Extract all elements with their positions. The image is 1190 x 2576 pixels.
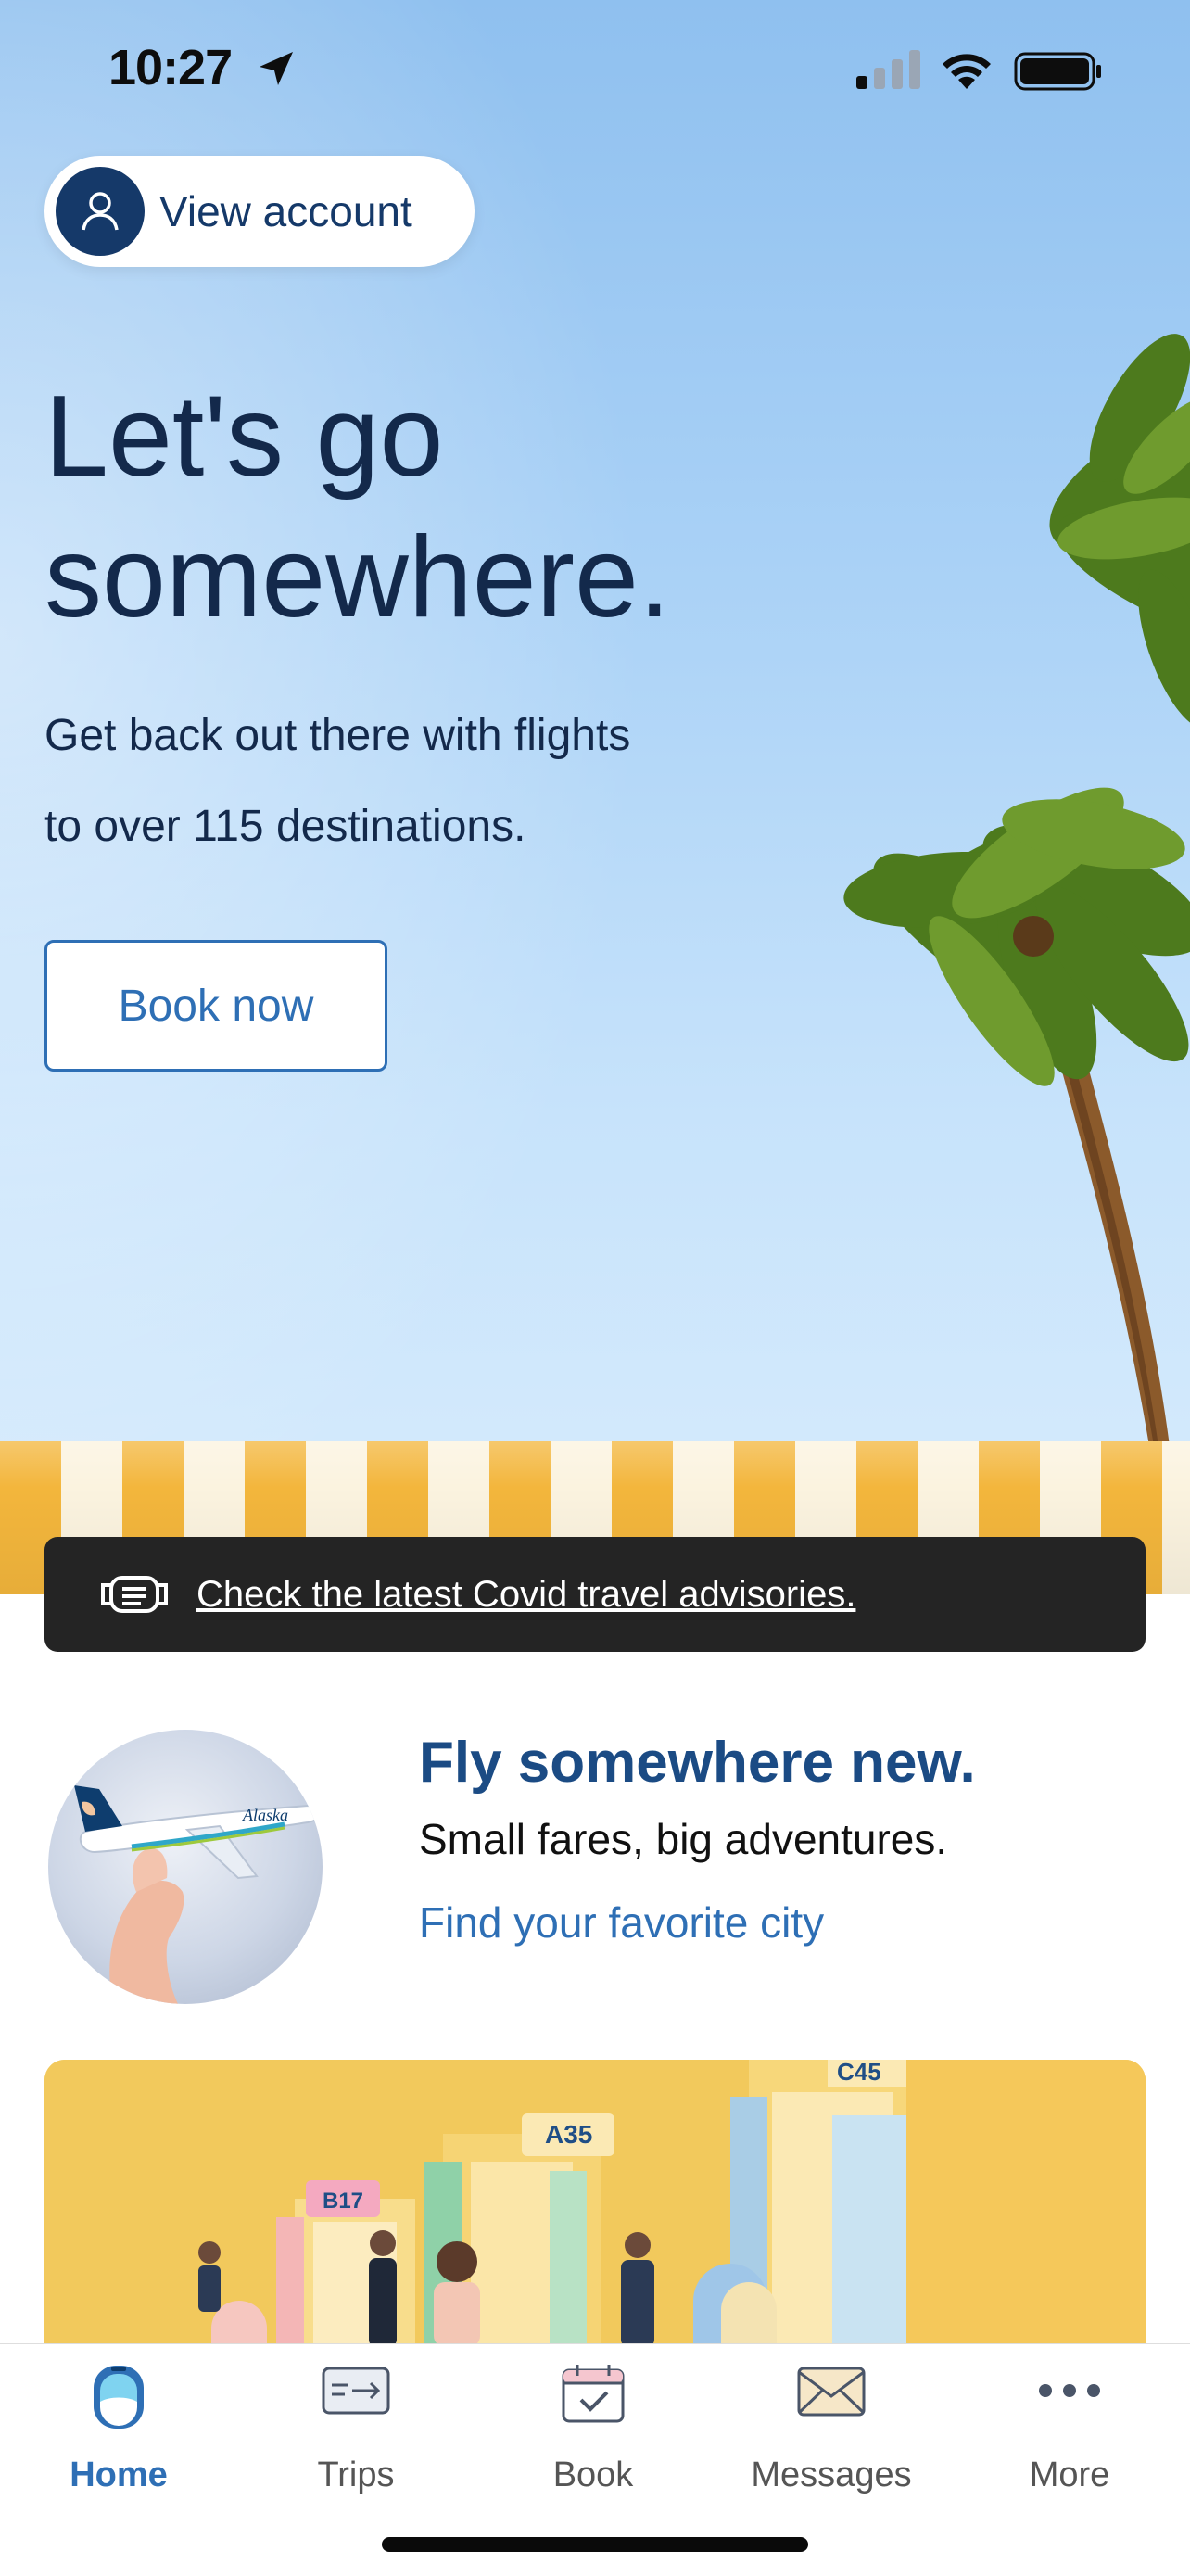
headline-line-2: somewhere. bbox=[44, 514, 671, 641]
airplane-livery-text: Alaska bbox=[242, 1806, 288, 1824]
find-city-link[interactable]: Find your favorite city bbox=[419, 1897, 824, 1948]
home-window-icon bbox=[94, 2366, 144, 2429]
tab-trips-label: Trips bbox=[317, 2455, 395, 2494]
gate-sign-a35: A35 bbox=[545, 2120, 592, 2149]
tab-messages[interactable]: Messages bbox=[739, 2344, 924, 2520]
home-indicator bbox=[382, 2537, 808, 2552]
airport-gates-banner[interactable]: C45 A35 B17 bbox=[44, 2060, 1146, 2347]
covid-advisory-banner[interactable]: Check the latest Covid travel advisories… bbox=[44, 1537, 1146, 1652]
more-dots-icon bbox=[1039, 2384, 1100, 2397]
airport-gates-illustration: C45 A35 B17 bbox=[44, 2060, 1146, 2347]
airplane-model-image: Alaska bbox=[48, 1730, 323, 2004]
tab-more-label: More bbox=[1029, 2455, 1110, 2494]
covid-advisory-link[interactable]: Check the latest Covid travel advisories… bbox=[196, 1574, 855, 1616]
boarding-pass-icon bbox=[322, 2367, 390, 2415]
tab-home[interactable]: Home bbox=[26, 2344, 211, 2520]
battery-icon bbox=[1014, 52, 1101, 91]
book-now-button[interactable]: Book now bbox=[44, 940, 387, 1072]
page-title: Let's go somewhere. bbox=[44, 366, 879, 648]
view-account-button[interactable]: View account bbox=[44, 156, 475, 267]
hero-subtext: Get back out there with flights to over … bbox=[44, 691, 842, 872]
envelope-icon bbox=[797, 2367, 866, 2417]
gate-sign-c45: C45 bbox=[837, 2060, 881, 2086]
promo-title: Fly somewhere new. bbox=[419, 1731, 976, 1795]
promo-subtitle: Small fares, big adventures. bbox=[419, 1815, 948, 1863]
subtext-line-2: to over 115 destinations. bbox=[44, 802, 526, 851]
status-bar: 10:27 bbox=[0, 0, 1190, 139]
tab-messages-label: Messages bbox=[751, 2455, 912, 2494]
tab-trips[interactable]: Trips bbox=[263, 2344, 449, 2520]
view-account-label: View account bbox=[159, 187, 412, 235]
wifi-icon bbox=[943, 54, 991, 89]
mask-icon bbox=[101, 1576, 168, 1613]
calendar-check-icon bbox=[562, 2365, 625, 2423]
person-icon bbox=[82, 192, 119, 231]
location-arrow-icon bbox=[260, 52, 293, 85]
tab-more[interactable]: More bbox=[977, 2344, 1162, 2520]
tab-book-label: Book bbox=[552, 2455, 634, 2494]
headline-line-1: Let's go bbox=[44, 373, 444, 501]
tab-book[interactable]: Book bbox=[500, 2344, 686, 2520]
avatar bbox=[56, 167, 145, 256]
subtext-line-1: Get back out there with flights bbox=[44, 711, 631, 760]
gate-sign-b17: B17 bbox=[323, 2189, 363, 2214]
cellular-signal-icon bbox=[856, 50, 920, 89]
tab-home-label: Home bbox=[70, 2455, 168, 2494]
hero-section: 10:27 View account Let's go somewhere. G… bbox=[0, 0, 1190, 1594]
airplane-in-hand-illustration: Alaska bbox=[74, 1785, 323, 2004]
status-time: 10:27 bbox=[108, 40, 233, 95]
